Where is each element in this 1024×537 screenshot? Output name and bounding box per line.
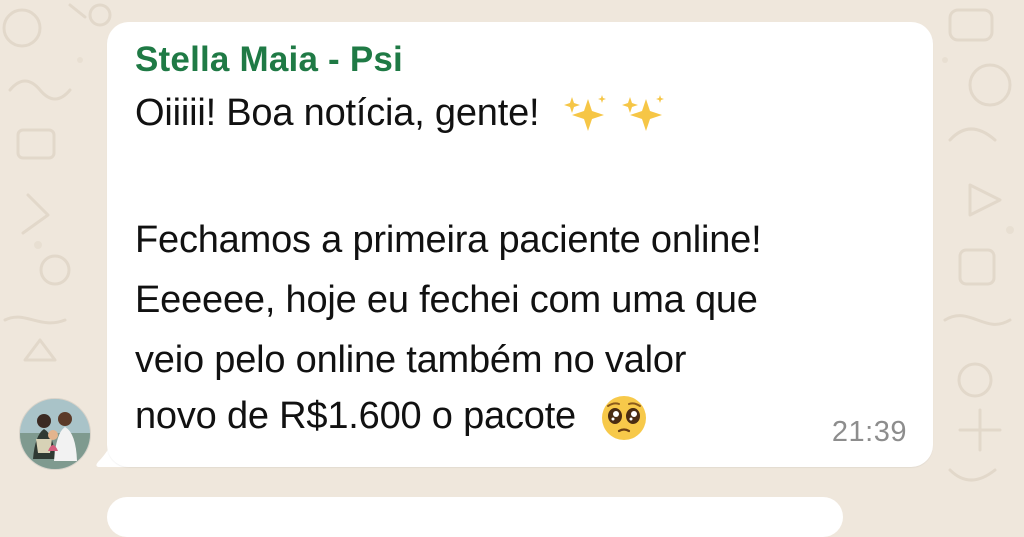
avatar-photo-icon	[20, 399, 90, 469]
message-line-1: Oiiiii! Boa notícia, gente!	[135, 92, 666, 135]
pleading-face-icon	[602, 396, 647, 440]
message-line-5: novo de R$1.600 o pacote	[135, 394, 648, 442]
message-line-1-text: Oiiiii! Boa notícia, gente!	[135, 92, 540, 134]
sender-avatar[interactable]	[19, 398, 91, 470]
message-line-4: veio pelo online também no valor	[135, 339, 687, 381]
sender-name[interactable]: Stella Maia - Psi	[135, 40, 403, 80]
message-timestamp: 21:39	[831, 416, 907, 448]
sparkles-icon	[622, 94, 665, 131]
message-line-5-text: novo de R$1.600 o pacote	[135, 395, 576, 438]
message-line-2: Fechamos a primeira paciente online!	[135, 219, 762, 261]
sparkles-icon	[563, 94, 606, 131]
message-line-3: Eeeeee, hoje eu fechei com uma que	[135, 279, 758, 321]
message-bubble[interactable]: Stella Maia - Psi Oiiiii! Boa notícia, g…	[107, 22, 933, 467]
next-message-bubble[interactable]	[107, 497, 843, 537]
